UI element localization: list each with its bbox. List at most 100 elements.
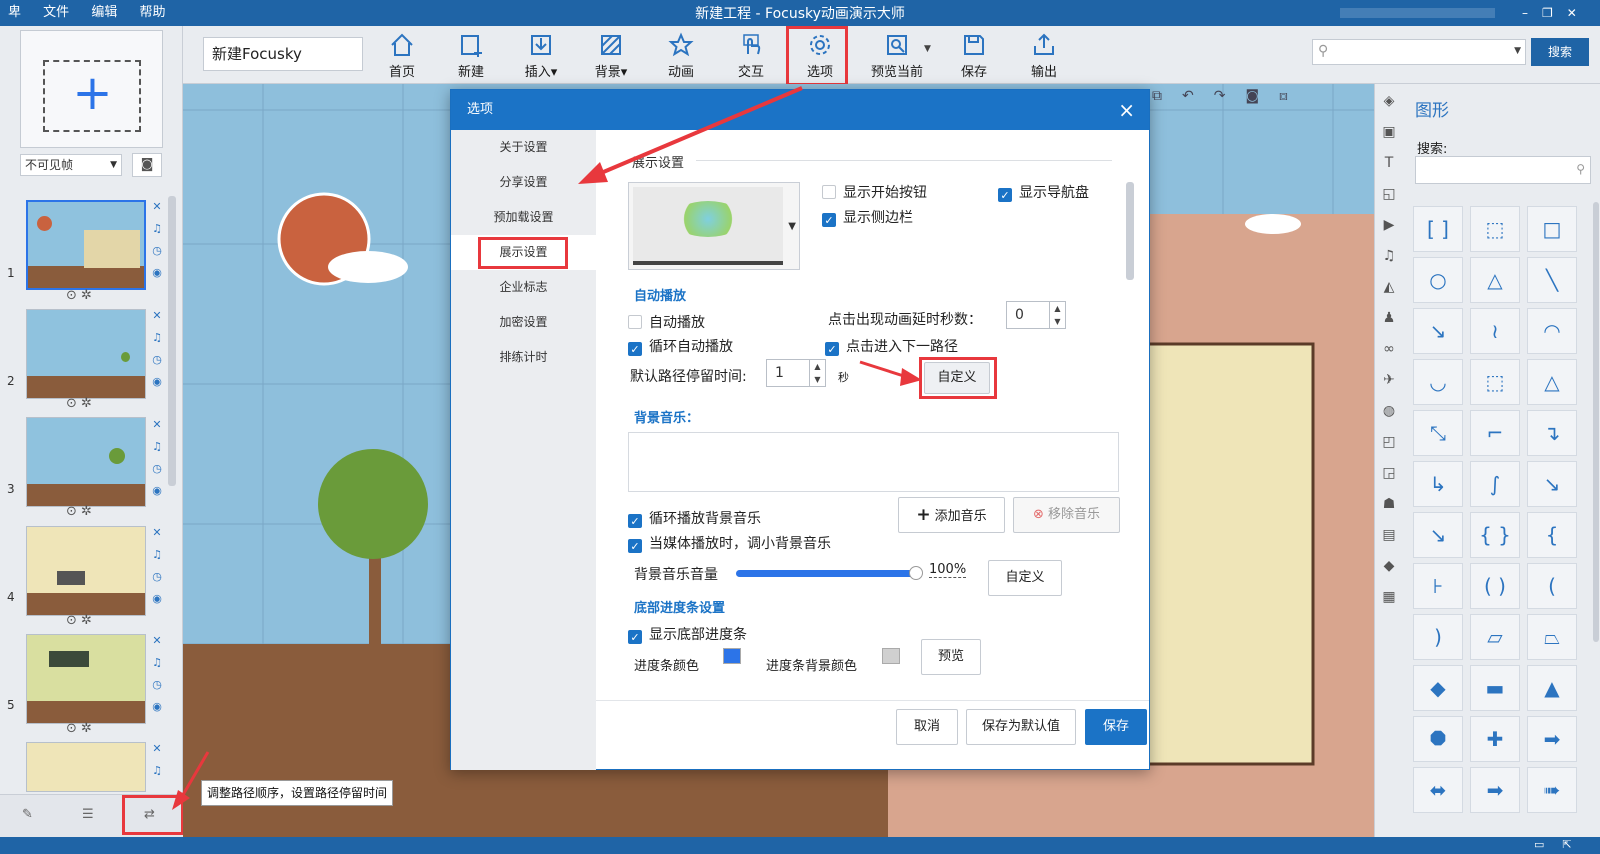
- save-as-default-button[interactable]: 保存为默认值: [966, 709, 1076, 745]
- status-icons[interactable]: ▭⇱: [1534, 838, 1590, 851]
- block-arrow-shape[interactable]: ➡: [1470, 767, 1520, 813]
- edit-path-icon[interactable]: ✎: [22, 807, 33, 822]
- checkbox-unchecked[interactable]: [628, 315, 642, 329]
- loop-autoplay-option[interactable]: ✓ 循环自动播放: [628, 336, 733, 356]
- shapes-scrollbar[interactable]: [1593, 202, 1599, 642]
- octagon-shape[interactable]: ⯃: [1413, 716, 1463, 762]
- zigzag-arrow-shape[interactable]: ↘: [1413, 512, 1463, 558]
- striped-arrow-shape[interactable]: ➠: [1527, 767, 1577, 813]
- window-controls[interactable]: –❐✕: [1522, 0, 1591, 26]
- click-next-path-option[interactable]: ✓ 点击进入下一路径: [825, 336, 958, 356]
- progress-color-swatch[interactable]: [723, 648, 741, 664]
- volume-custom-button[interactable]: 自定义: [988, 560, 1062, 596]
- close-icon[interactable]: ×: [1118, 90, 1135, 130]
- volume-slider-thumb[interactable]: [909, 566, 923, 580]
- cancel-button[interactable]: 取消: [896, 709, 958, 745]
- loop-music-option[interactable]: ✓ 循环播放背景音乐: [628, 508, 761, 528]
- checkbox-checked[interactable]: ✓: [628, 514, 642, 528]
- bracket-shape[interactable]: [ ]: [1413, 206, 1463, 252]
- theme-dropdown-icon[interactable]: ▼: [788, 221, 796, 232]
- checkbox-unchecked[interactable]: [822, 185, 836, 199]
- double-arrow-block-shape[interactable]: ⬌: [1413, 767, 1463, 813]
- dashed-curve-shape[interactable]: ◡: [1413, 359, 1463, 405]
- preview-dropdown-arrow[interactable]: ▼: [924, 44, 931, 54]
- search-dropdown-icon[interactable]: ▼: [1514, 46, 1521, 56]
- square-shape[interactable]: □: [1527, 206, 1577, 252]
- cross-shape[interactable]: ✚: [1470, 716, 1520, 762]
- search-button[interactable]: 搜索: [1531, 38, 1589, 66]
- nav-logo-settings[interactable]: 企业标志: [451, 270, 596, 305]
- curve-arrow-shape[interactable]: ↘: [1527, 461, 1577, 507]
- line-shape[interactable]: ╲: [1527, 257, 1577, 303]
- brace-shape[interactable]: { }: [1470, 512, 1520, 558]
- nav-encryption-settings[interactable]: 加密设置: [451, 305, 596, 340]
- theme-preview[interactable]: ▼: [628, 182, 800, 270]
- home-button[interactable]: 首页: [374, 32, 430, 80]
- music-list-box[interactable]: [628, 432, 1119, 492]
- animation-button[interactable]: 动画: [653, 32, 709, 80]
- frames-scrollbar[interactable]: [168, 196, 176, 486]
- slide-thumbnail-3[interactable]: [26, 417, 146, 507]
- autoplay-option[interactable]: 自动播放: [628, 312, 705, 332]
- slide-play-controls[interactable]: ⊙ ✲: [66, 396, 92, 411]
- checkbox-checked[interactable]: ✓: [628, 630, 642, 644]
- dashed-arc-shape[interactable]: ◠: [1527, 308, 1577, 354]
- lower-music-option[interactable]: ✓ 当媒体播放时，调小背景音乐: [628, 533, 831, 553]
- checkbox-checked[interactable]: ✓: [628, 342, 642, 356]
- slide-thumbnail-1[interactable]: [26, 200, 146, 290]
- nav-rehearsal-timing[interactable]: 排练计时: [451, 340, 596, 375]
- background-button[interactable]: 背景▾: [583, 32, 639, 80]
- slide-play-controls[interactable]: ⊙ ✲: [66, 288, 92, 303]
- preview-current-button[interactable]: 预览当前: [862, 32, 932, 80]
- slide-thumbnail-6[interactable]: [26, 742, 146, 792]
- circle-shape[interactable]: ○: [1413, 257, 1463, 303]
- click-delay-stepper[interactable]: 0 ▲ ▼: [1006, 301, 1066, 329]
- left-brace-shape[interactable]: {: [1527, 512, 1577, 558]
- show-sidebar-option[interactable]: ✓ 显示侧边栏: [822, 207, 913, 227]
- left-paren-shape[interactable]: (: [1527, 563, 1577, 609]
- step-line-shape[interactable]: ⌐: [1470, 410, 1520, 456]
- interaction-button[interactable]: 交互: [723, 32, 779, 80]
- canvas-toolbar-icons[interactable]: ⧉↶↷◙⧈: [1152, 88, 1308, 104]
- elbow-arrow-shape[interactable]: ↴: [1527, 410, 1577, 456]
- insert-button[interactable]: 插入▾: [513, 32, 569, 80]
- camera-icon[interactable]: ◙: [132, 153, 162, 177]
- squiggle-shape[interactable]: ≀: [1470, 308, 1520, 354]
- search-input[interactable]: ⚲ ▼: [1312, 39, 1526, 65]
- slide-play-controls[interactable]: ⊙ ✲: [66, 721, 92, 736]
- nav-preload-settings[interactable]: 预加载设置: [451, 200, 596, 235]
- options-scrollbar[interactable]: [1126, 182, 1134, 280]
- double-arrow-shape[interactable]: ⤡: [1413, 410, 1463, 456]
- progress-bg-color-swatch[interactable]: [882, 648, 900, 664]
- parentheses-shape[interactable]: ( ): [1470, 563, 1520, 609]
- slide-side-icons[interactable]: ✕ ♫: [149, 738, 165, 782]
- show-start-button-option[interactable]: 显示开始按钮: [822, 182, 927, 202]
- rounded-rect-shape[interactable]: ▬: [1470, 665, 1520, 711]
- filled-triangle-shape[interactable]: ▲: [1527, 665, 1577, 711]
- frame-visibility-select[interactable]: 不可见帧 ▼: [20, 154, 122, 176]
- triangle-shape[interactable]: △: [1470, 257, 1520, 303]
- trapezoid-shape[interactable]: ⏢: [1527, 614, 1577, 660]
- checkbox-checked[interactable]: ✓: [628, 539, 642, 553]
- shapes-search-input[interactable]: ⚲: [1415, 156, 1591, 184]
- add-music-button[interactable]: + 添加音乐: [898, 497, 1005, 533]
- bracket-tick-shape[interactable]: ⊦: [1413, 563, 1463, 609]
- list-star-icon[interactable]: ☰: [82, 807, 94, 822]
- right-arrow-shape[interactable]: ➡: [1527, 716, 1577, 762]
- checkbox-checked[interactable]: ✓: [825, 342, 839, 356]
- checkbox-checked[interactable]: ✓: [998, 188, 1012, 202]
- slide-side-icons[interactable]: ✕ ♫ ◷ ◉: [149, 305, 165, 393]
- dotted-square-shape[interactable]: ⬚: [1470, 359, 1520, 405]
- default-stay-time-stepper[interactable]: 1 ▲ ▼: [766, 359, 826, 387]
- project-name-input[interactable]: 新建Focusky: [203, 37, 363, 71]
- dashed-triangle-shape[interactable]: △: [1527, 359, 1577, 405]
- arrow-line-shape[interactable]: ↘: [1413, 308, 1463, 354]
- slide-thumbnail-2[interactable]: [26, 309, 146, 399]
- show-progress-option[interactable]: ✓ 显示底部进度条: [628, 624, 747, 644]
- export-button[interactable]: 输出: [1016, 32, 1072, 80]
- volume-slider[interactable]: [736, 566, 923, 580]
- diamond-shape[interactable]: ◆: [1413, 665, 1463, 711]
- dialog-save-button[interactable]: 保存: [1085, 709, 1147, 745]
- slide-side-icons[interactable]: ✕ ♫ ◷ ◉: [149, 522, 165, 610]
- checkbox-checked[interactable]: ✓: [822, 213, 836, 227]
